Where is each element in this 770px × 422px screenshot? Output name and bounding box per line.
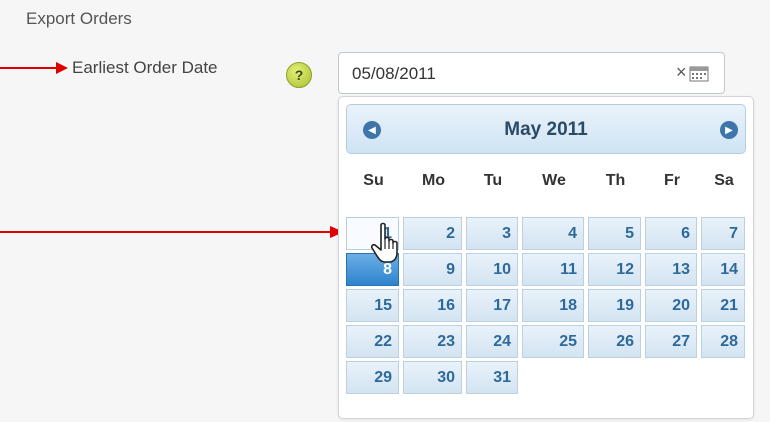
annotation-arrow-day bbox=[0, 226, 344, 238]
day-cell[interactable]: 7 bbox=[701, 217, 745, 250]
day-cell[interactable]: 30 bbox=[403, 361, 462, 394]
earliest-order-date-input[interactable]: 05/08/2011 × bbox=[338, 52, 725, 94]
date-input-value[interactable]: 05/08/2011 bbox=[352, 64, 436, 84]
calendar-icon[interactable] bbox=[689, 64, 709, 82]
day-cell[interactable]: 31 bbox=[466, 361, 518, 394]
datepicker-calendar: ◀ May 2011 ▶ Su Mo Tu We Th Fr Sa 1 2 3 4 5 6 7 8 9 10 1… bbox=[338, 96, 754, 419]
day-cell[interactable]: 6 bbox=[645, 217, 697, 250]
day-cell[interactable]: 27 bbox=[645, 325, 697, 358]
weekday-label: Sa bbox=[714, 172, 734, 189]
day-cell[interactable]: 15 bbox=[346, 289, 399, 322]
section-title: Export Orders bbox=[26, 9, 132, 28]
weekday-label: We bbox=[542, 172, 566, 189]
day-cell[interactable]: 8 bbox=[346, 253, 399, 286]
day-cell[interactable]: 21 bbox=[701, 289, 745, 322]
day-cell[interactable]: 20 bbox=[645, 289, 697, 322]
day-cell[interactable]: 24 bbox=[466, 325, 518, 358]
day-cell[interactable]: 1 bbox=[346, 217, 399, 250]
weekday-label: Su bbox=[363, 172, 384, 189]
day-cell[interactable]: 16 bbox=[403, 289, 462, 322]
weekday-label: Th bbox=[605, 172, 626, 189]
calendar-header: ◀ May 2011 ▶ bbox=[346, 104, 746, 154]
day-cell[interactable]: 17 bbox=[466, 289, 518, 322]
day-cell[interactable]: 29 bbox=[346, 361, 399, 394]
day-cell[interactable]: 19 bbox=[588, 289, 641, 322]
day-cell[interactable]: 3 bbox=[466, 217, 518, 250]
weekday-label: Fr bbox=[664, 172, 680, 189]
day-cell[interactable]: 18 bbox=[522, 289, 584, 322]
day-cell[interactable]: 9 bbox=[403, 253, 462, 286]
clear-icon[interactable]: × bbox=[676, 62, 687, 83]
day-cell[interactable]: 11 bbox=[522, 253, 584, 286]
weekday-label: Tu bbox=[483, 172, 503, 189]
help-icon-glyph: ? bbox=[294, 67, 304, 83]
day-cell[interactable]: 25 bbox=[522, 325, 584, 358]
month-title: May 2011 bbox=[504, 119, 588, 140]
day-cell[interactable]: 14 bbox=[701, 253, 745, 286]
question-mark-icon[interactable]: ? bbox=[286, 62, 312, 88]
day-cell[interactable]: 2 bbox=[403, 217, 462, 250]
day-cell[interactable]: 26 bbox=[588, 325, 641, 358]
day-cell[interactable]: 4 bbox=[522, 217, 584, 250]
day-cell[interactable]: 10 bbox=[466, 253, 518, 286]
day-cell[interactable]: 23 bbox=[403, 325, 462, 358]
day-cell[interactable]: 12 bbox=[588, 253, 641, 286]
day-cell[interactable]: 22 bbox=[346, 325, 399, 358]
day-cell[interactable]: 13 bbox=[645, 253, 697, 286]
earliest-order-date-label: Earliest Order Date bbox=[72, 58, 218, 77]
annotation-arrow-label bbox=[0, 62, 68, 74]
day-cell[interactable]: 5 bbox=[588, 217, 641, 250]
chevron-right-icon[interactable]: ▶ bbox=[720, 121, 738, 139]
weekday-label: Mo bbox=[421, 172, 446, 189]
day-cell[interactable]: 28 bbox=[701, 325, 745, 358]
